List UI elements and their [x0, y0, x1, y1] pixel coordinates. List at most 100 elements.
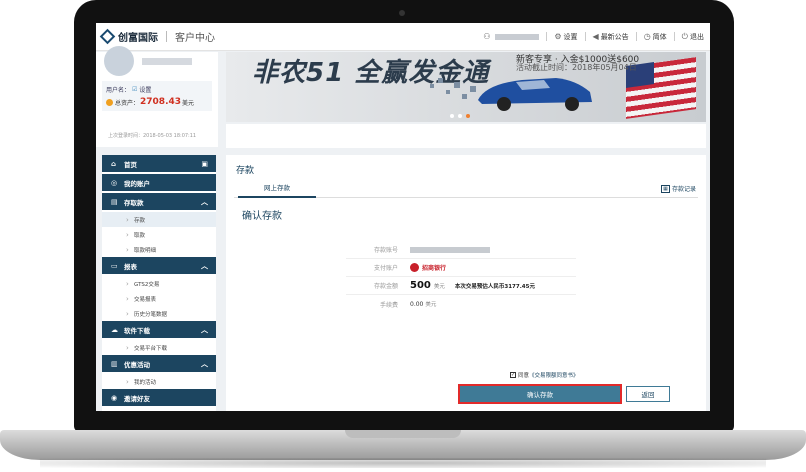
top-actions: ⚇ ⚙ 设置 ◀ 最新公告 ◷ 简体 ⏻ 退出 [476, 32, 710, 42]
profile-card: 用户名： ☑ 设置 总资产： 2708.43 美元 上次登录时间：2018-05… [96, 46, 218, 147]
profile-settings-link[interactable]: 设置 [139, 85, 151, 94]
webcam-icon [399, 10, 405, 16]
sidebar-label: 优惠活动 [124, 360, 150, 369]
sidebar-item-history-split[interactable]: 历史分笔数据 [102, 306, 216, 321]
sidebar-label: 报表 [124, 262, 137, 271]
power-icon: ⏻ [681, 31, 688, 41]
language-label: 简体 [652, 32, 667, 41]
account-icon: ◎ [111, 178, 118, 187]
confirm-deposit-button[interactable]: 确认存款 [458, 384, 622, 404]
username-row: 用户名： ☑ 设置 [106, 85, 151, 94]
rmb-estimate: 本次交易预估人民币3177.45元 [454, 283, 535, 290]
sidebar-item-home[interactable]: ⌂ 首页 ▣ [102, 155, 216, 172]
section-title: 客户中心 [175, 33, 215, 44]
sidebar-label: 我的账户 [124, 179, 150, 188]
divider [635, 32, 637, 41]
promo-banner[interactable]: 非农51 全赢发金通 新客专享 · 入金$1000送$600 活动截止时间：20… [226, 52, 706, 122]
coin-icon [106, 98, 113, 106]
assets-unit: 美元 [182, 99, 195, 107]
deposit-history-link[interactable]: ▦ 存款记录 [660, 184, 696, 193]
screen: 创富国际 客户中心 ⚇ ⚙ 设置 ◀ 最新公告 ◷ 简体 ⏻ 退出 用户名： ☑… [96, 23, 710, 411]
brand-logo[interactable]: 创富国际 [99, 28, 158, 45]
back-button[interactable]: 返回 [626, 386, 670, 402]
monitor-icon: ▭ [111, 261, 118, 270]
edit-icon: ☑ [132, 86, 138, 93]
username-label: 用户名： [106, 87, 131, 94]
sidebar-item-software[interactable]: ☁ 软件下载 ︿ [102, 321, 216, 338]
qr-icon: ▣ [201, 159, 208, 168]
sidebar-item-promotions[interactable]: ▥ 优惠活动 ︿ [102, 355, 216, 372]
fee-value: 0.00 [410, 300, 424, 308]
amount-label: 存款金额 [373, 283, 398, 290]
language-switch[interactable]: ◷ 简体 [644, 32, 667, 42]
sidebar-item-deposit-withdraw[interactable]: ▤ 存取款 ︿ [102, 193, 216, 210]
invite-icon: ◉ [111, 393, 118, 402]
account-redacted [410, 246, 490, 253]
tab-online-deposit[interactable]: 网上存款 [238, 181, 316, 198]
settings-link[interactable]: ⚙ 设置 [554, 32, 577, 42]
cloud-download-icon: ☁ [111, 325, 118, 334]
amount-unit: 美元 [433, 283, 445, 290]
clock-icon: ◷ [643, 32, 651, 41]
pay-label: 支付账户 [373, 265, 398, 272]
sidebar-item-gts2[interactable]: GTS2交易 [102, 276, 216, 291]
username-redacted [495, 33, 540, 40]
chevron-up-icon: ︿ [201, 325, 208, 334]
divider [584, 32, 586, 41]
sidebar-item-withdraw-detail[interactable]: 取款明细 [102, 242, 216, 257]
fee-label: 手续费 [379, 301, 398, 309]
laptop-shadow [40, 458, 766, 468]
amount-row: 存款金额 500 美元 本次交易预估人民币3177.45元 [346, 277, 576, 295]
assets-row: 总资产： 2708.43 美元 [106, 97, 194, 107]
sidebar-item-trade-report[interactable]: 交易报表 [102, 291, 216, 306]
account-row: 存款账号 [346, 241, 576, 259]
agreement-link[interactable]: 《交易限额同意书》 [529, 371, 579, 379]
sidebar-item-invite[interactable]: ◉ 邀请好友 [102, 389, 216, 406]
sidebar-item-my-account[interactable]: ◎ 我的账户 [102, 174, 216, 191]
sidebar-label: 邀请好友 [124, 394, 150, 403]
chevron-up-icon: ︿ [201, 197, 208, 206]
page-title: 存款 [236, 166, 255, 176]
sidebar-item-platform-download[interactable]: 交易平台下载 [102, 340, 216, 355]
fee-row: 手续费 0.00 美元 [346, 295, 576, 313]
sidebar-item-withdraw[interactable]: 取款 [102, 227, 216, 242]
assets-label: 总资产： [115, 99, 140, 107]
divider [546, 32, 548, 41]
avatar [104, 46, 134, 76]
pay-account-row: 支付账户 招商银行 [346, 259, 576, 277]
confirm-deposit-title: 确认存款 [242, 211, 282, 222]
user-icon: ⚇ [483, 32, 491, 41]
user-menu[interactable]: ⚇ [483, 32, 540, 41]
carousel-dot[interactable] [450, 114, 454, 118]
agree-prefix: 同意 [518, 373, 530, 379]
diamond-logo-icon [99, 28, 116, 45]
side-nav: ⌂ 首页 ▣ ◎ 我的账户 ▤ 存取款 ︿ 存款 取款 取款明细 ▭ 报表 ︿ … [102, 155, 216, 411]
amount-value: 500 [410, 280, 431, 291]
settings-label: 设置 [563, 32, 578, 41]
name-redacted [142, 58, 192, 65]
sidebar-item-deposit[interactable]: 存款 [102, 212, 216, 227]
sidebar-item-reports[interactable]: ▭ 报表 ︿ [102, 257, 216, 274]
laptop-notch [345, 430, 461, 438]
sidebar-label: 软件下载 [124, 326, 150, 335]
sidebar-item-my-activities[interactable]: 我的活动 [102, 374, 216, 389]
account-summary: 用户名： ☑ 设置 总资产： 2708.43 美元 [102, 81, 212, 111]
history-label: 存款记录 [671, 186, 696, 193]
deposit-summary: 存款账号 支付账户 招商银行 存款金额 500 美元 本次交易预估人民币3177… [346, 241, 576, 313]
agreement-checkbox[interactable]: ✓ [510, 372, 516, 378]
carousel-dot-active[interactable] [466, 114, 470, 118]
announcements-link[interactable]: ◀ 最新公告 [593, 32, 629, 42]
calendar-icon: ▦ [660, 184, 670, 193]
main-panel: 存款 网上存款 ▦ 存款记录 确认存款 存款账号 支付账户 招商银行 存款金额 [226, 155, 706, 411]
agreement-row: ✓ 同意 《交易限额同意书》 [510, 371, 579, 379]
logout-label: 退出 [690, 32, 704, 41]
last-login-time: 上次登录时间：2018-05-03 18:07:11 [108, 133, 197, 139]
logout-link[interactable]: ⏻ 退出 [682, 32, 704, 42]
gear-icon: ⚙ [554, 32, 562, 41]
carousel-dot[interactable] [458, 114, 462, 118]
gift-icon: ▥ [111, 359, 118, 368]
announcements-label: 最新公告 [600, 32, 629, 41]
banner-promo-line2: 活动截止时间：2018年05月04日 [516, 63, 637, 72]
assets-value: 2708.43 [140, 97, 182, 107]
brand-divider [166, 31, 167, 42]
